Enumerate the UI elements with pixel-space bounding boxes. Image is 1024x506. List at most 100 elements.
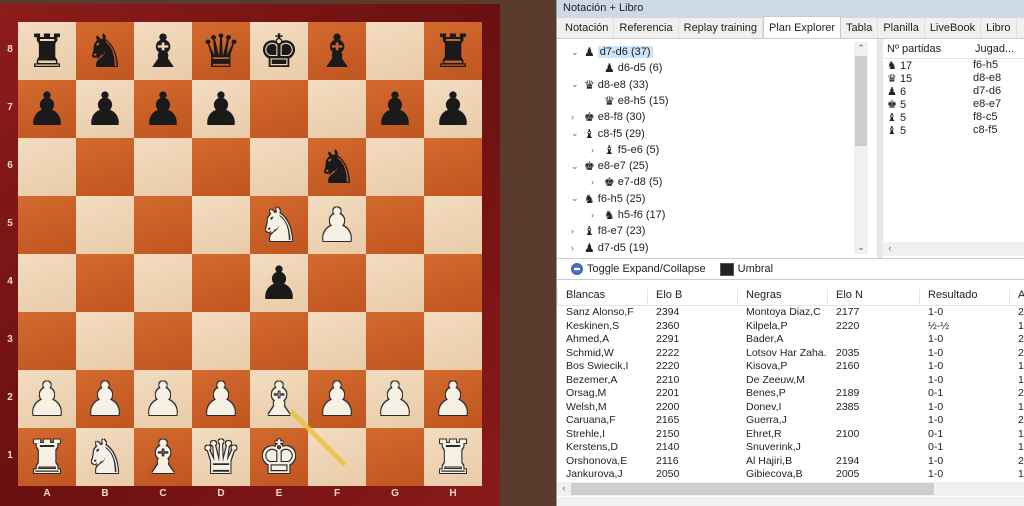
white-pawn-piece[interactable]: ♟ (200, 376, 241, 422)
move-row[interactable]: ♞ 17 f6-h5 (883, 59, 1024, 72)
game-row[interactable]: Kerstens,D 2140 Snuverink,J 0-1 1 (557, 441, 1024, 455)
tree-node[interactable]: › ♝ f8-e7 (23) (571, 223, 645, 239)
black-knight-piece[interactable]: ♞ (316, 144, 357, 190)
square-f5[interactable]: ♟ (308, 196, 366, 254)
game-row[interactable]: Ahmed,A 2291 Bader,A 1-0 2 (557, 333, 1024, 347)
move-row[interactable]: ♛ 15 d8-e8 (883, 72, 1024, 85)
game-row[interactable]: Welsh,M 2200 Donev,I 2385 1-0 1 (557, 401, 1024, 415)
black-pawn-piece[interactable]: ♟ (432, 86, 473, 132)
chevron-down-icon[interactable]: ⌄ (571, 79, 581, 90)
tab-notación[interactable]: Notación (560, 18, 615, 38)
tree-node[interactable]: › ♝ f5-e6 (5) (591, 142, 659, 158)
black-king-piece[interactable]: ♚ (258, 28, 299, 74)
black-pawn-piece[interactable]: ♟ (374, 86, 415, 132)
white-knight-piece[interactable]: ♞ (258, 202, 299, 248)
square-h4[interactable] (424, 254, 482, 312)
scroll-left-icon[interactable]: ‹ (557, 483, 571, 493)
white-pawn-piece[interactable]: ♟ (316, 202, 357, 248)
tab-replay-training[interactable]: Replay training (679, 18, 763, 38)
black-rook-piece[interactable]: ♜ (26, 28, 67, 74)
game-row[interactable]: Orsag,M 2201 Benes,P 2189 0-1 2 (557, 387, 1024, 401)
col-header-resultado[interactable]: Resultado (919, 289, 1009, 305)
square-g8[interactable] (366, 22, 424, 80)
square-a5[interactable] (18, 196, 76, 254)
black-knight-piece[interactable]: ♞ (84, 28, 125, 74)
game-row[interactable]: Keskinen,S 2360 Kilpela,P 2220 ½-½ 1 (557, 320, 1024, 334)
square-e4[interactable]: ♟ (250, 254, 308, 312)
square-b1[interactable]: ♞ (76, 428, 134, 486)
square-a4[interactable] (18, 254, 76, 312)
tree-node[interactable]: › ♟ d7-d5 (19) (571, 240, 649, 256)
col-header-move[interactable]: Jugad... (971, 39, 1018, 58)
square-e6[interactable] (250, 138, 308, 196)
chevron-right-icon[interactable]: › (571, 112, 581, 122)
white-queen-piece[interactable]: ♛ (200, 434, 241, 480)
square-e3[interactable] (250, 312, 308, 370)
threshold-button[interactable]: Umbral (719, 262, 773, 276)
black-pawn-piece[interactable]: ♟ (142, 86, 183, 132)
tab-plan-explorer[interactable]: Plan Explorer (763, 16, 842, 38)
tree-node[interactable]: › ♚ e7-d8 (5) (591, 174, 662, 190)
square-h1[interactable]: ♜ (424, 428, 482, 486)
scroll-down-icon[interactable]: ⌄ (854, 242, 868, 253)
square-d1[interactable]: ♛ (192, 428, 250, 486)
square-h5[interactable] (424, 196, 482, 254)
black-rook-piece[interactable]: ♜ (432, 28, 473, 74)
square-b2[interactable]: ♟ (76, 370, 134, 428)
tree-vertical-scrollbar[interactable]: ⌃ ⌄ (854, 42, 868, 254)
square-c4[interactable] (134, 254, 192, 312)
game-row[interactable]: Sanz Alonso,F 2394 Montoya Diaz,C 2177 1-0 2 (557, 306, 1024, 320)
chevron-right-icon[interactable]: › (571, 226, 581, 236)
white-knight-piece[interactable]: ♞ (84, 434, 125, 480)
square-g3[interactable] (366, 312, 424, 370)
square-c1[interactable]: ♝ (134, 428, 192, 486)
col-header-games-count[interactable]: Nº partidas (883, 39, 971, 58)
square-c3[interactable] (134, 312, 192, 370)
square-e8[interactable]: ♚ (250, 22, 308, 80)
square-e7[interactable] (250, 80, 308, 138)
game-row[interactable]: Jankurova,J 2050 Gibiecova,B 2005 1-0 1 (557, 468, 1024, 482)
move-row[interactable]: ♝ 5 c8-f5 (883, 124, 1024, 137)
white-pawn-piece[interactable]: ♟ (316, 376, 357, 422)
square-b4[interactable] (76, 254, 134, 312)
white-bishop-piece[interactable]: ♝ (258, 376, 299, 422)
game-row[interactable]: Schmid,W 2222 Lotsov Har Zaha.. 2035 1-0 2 (557, 347, 1024, 361)
square-g1[interactable] (366, 428, 424, 486)
square-a7[interactable]: ♟ (18, 80, 76, 138)
white-pawn-piece[interactable]: ♟ (26, 376, 67, 422)
black-pawn-piece[interactable]: ♟ (258, 260, 299, 306)
square-h7[interactable]: ♟ (424, 80, 482, 138)
square-b3[interactable] (76, 312, 134, 370)
tab-planilla[interactable]: Planilla (878, 18, 925, 38)
square-h8[interactable]: ♜ (424, 22, 482, 80)
tree-node[interactable]: ⌄ ♟ d7-d6 (37) (571, 44, 653, 60)
square-h2[interactable]: ♟ (424, 370, 482, 428)
chevron-down-icon[interactable]: ⌄ (571, 47, 581, 58)
scroll-thumb[interactable] (571, 483, 934, 495)
tab-livebook[interactable]: LiveBook (925, 18, 982, 38)
white-pawn-piece[interactable]: ♟ (374, 376, 415, 422)
square-d6[interactable] (192, 138, 250, 196)
black-pawn-piece[interactable]: ♟ (26, 86, 67, 132)
scroll-left-icon[interactable]: ‹ (883, 243, 897, 253)
square-e2[interactable]: ♝ (250, 370, 308, 428)
square-d5[interactable] (192, 196, 250, 254)
plan-tree[interactable]: ⌄ ♟ d7-d6 (37) ♟ d6-d5 (6) ⌄ ♛ d8-e8 (33) ♛ e8-h5… (557, 39, 879, 258)
square-a8[interactable]: ♜ (18, 22, 76, 80)
square-d8[interactable]: ♛ (192, 22, 250, 80)
square-c2[interactable]: ♟ (134, 370, 192, 428)
chevron-right-icon[interactable]: › (591, 177, 601, 187)
square-f6[interactable]: ♞ (308, 138, 366, 196)
square-h6[interactable] (424, 138, 482, 196)
game-row[interactable]: Bezemer,A 2210 De Zeeuw,M 1-0 1 (557, 374, 1024, 388)
square-c5[interactable] (134, 196, 192, 254)
tree-node[interactable]: ⌄ ♚ e8-e7 (25) (571, 158, 649, 174)
square-c7[interactable]: ♟ (134, 80, 192, 138)
square-a2[interactable]: ♟ (18, 370, 76, 428)
scroll-thumb[interactable] (855, 56, 867, 146)
square-a6[interactable] (18, 138, 76, 196)
white-bishop-piece[interactable]: ♝ (142, 434, 183, 480)
white-pawn-piece[interactable]: ♟ (84, 376, 125, 422)
square-d7[interactable]: ♟ (192, 80, 250, 138)
move-row[interactable]: ♚ 5 e8-e7 (883, 98, 1024, 111)
